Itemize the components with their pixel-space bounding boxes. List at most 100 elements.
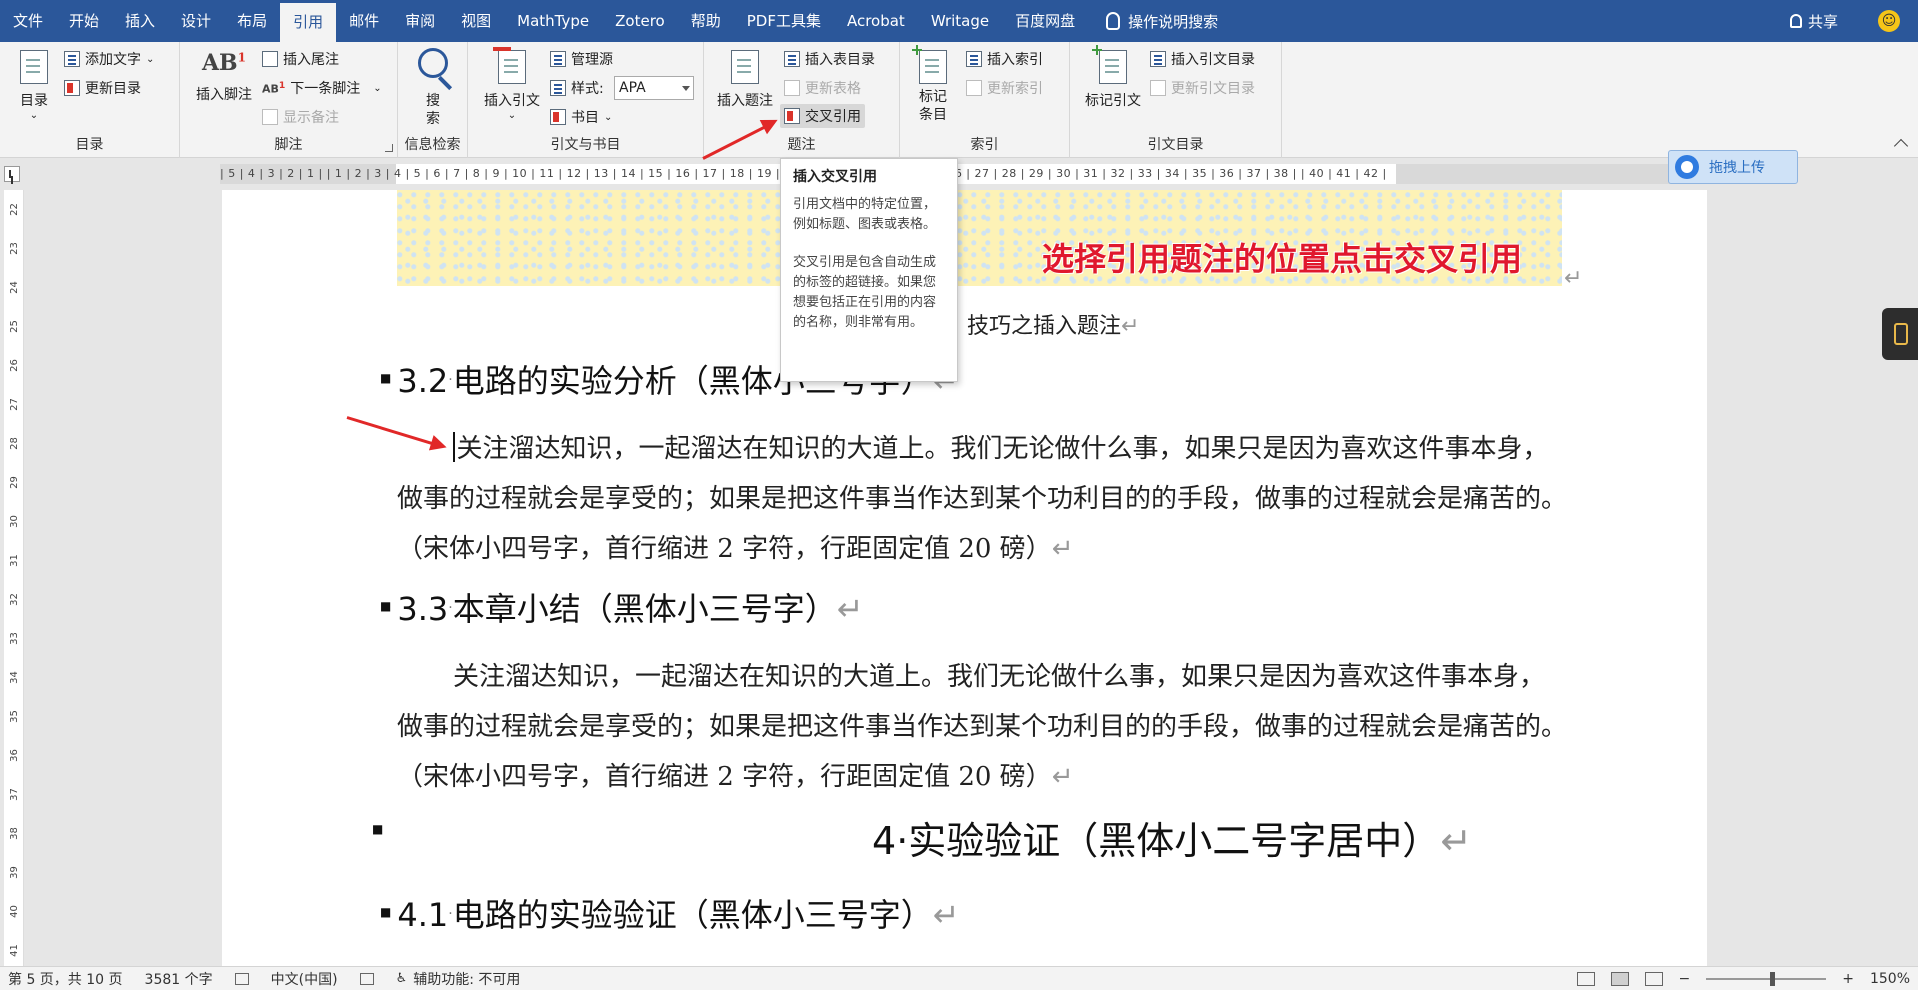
- space-dot: ·: [896, 819, 908, 863]
- insert-endnote-button[interactable]: 插入尾注: [262, 48, 339, 70]
- insert-caption-button[interactable]: 插入题注: [712, 50, 778, 110]
- tab-design[interactable]: 设计: [168, 0, 224, 42]
- read-mode-icon[interactable]: [1577, 972, 1595, 986]
- share-button[interactable]: 共享: [1790, 0, 1838, 42]
- page-count[interactable]: 第 5 页，共 10 页: [8, 969, 123, 989]
- space-dot: ·: [448, 906, 452, 922]
- tab-mathtype[interactable]: MathType: [504, 0, 602, 42]
- insert-toa-button[interactable]: 插入引文目录: [1150, 48, 1255, 70]
- vruler-num: 39: [9, 866, 20, 879]
- web-layout-icon[interactable]: [1645, 972, 1663, 986]
- status-right-controls: − + 150%: [1577, 967, 1911, 990]
- search-icon: [418, 48, 448, 78]
- chevron-down-icon: ⌄: [604, 112, 612, 123]
- text-cursor: [453, 432, 455, 462]
- insert-index-button[interactable]: 插入索引: [966, 48, 1043, 70]
- group-table-of-authorities: 标记引文 插入引文目录 更新引文目录 引文目录: [1070, 42, 1282, 158]
- baidu-upload-widget[interactable]: 拖拽上传: [1668, 150, 1798, 184]
- insert-footnote-button[interactable]: AB1 插入脚注: [192, 50, 256, 104]
- tell-me-label: 操作说明搜索: [1128, 11, 1218, 32]
- update-index-button[interactable]: 更新索引: [966, 77, 1043, 99]
- paragraph-mark: ↵: [933, 896, 960, 934]
- heading-text: 本章小结（黑体小三号字）: [453, 590, 837, 628]
- bibliography-button[interactable]: 书目 ⌄: [550, 106, 612, 128]
- insert-index-label: 插入索引: [987, 49, 1043, 69]
- vruler-num: 28: [9, 437, 20, 450]
- paragraph-mark: ↵: [1121, 314, 1139, 339]
- tab-help[interactable]: 帮助: [678, 0, 734, 42]
- proofing-status[interactable]: [235, 973, 249, 985]
- heading-4[interactable]: ■ 4·实验验证（黑体小二号字居中）↵: [372, 810, 1572, 854]
- tab-file[interactable]: 文件: [0, 0, 56, 42]
- dialog-launcher-icon[interactable]: [385, 144, 393, 152]
- next-footnote-button[interactable]: AB1 下一条脚注 ⌄: [262, 77, 382, 99]
- body-paragraph[interactable]: 关注溜达知识，一起溜达在知识的大道上。我们无论做什么事，如果只是因为喜欢这件事本…: [397, 652, 1567, 802]
- insert-table-of-figures-button[interactable]: 插入表目录: [784, 48, 875, 70]
- citation-style-select[interactable]: APA: [614, 76, 694, 100]
- vruler-num: 37: [9, 788, 20, 801]
- tab-insert[interactable]: 插入: [112, 0, 168, 42]
- collapse-ribbon-icon[interactable]: [1894, 139, 1908, 153]
- tab-acrobat[interactable]: Acrobat: [834, 0, 918, 42]
- add-text-button[interactable]: 添加文字 ⌄: [64, 48, 154, 70]
- vruler-num: 30: [9, 515, 20, 528]
- paragraph-mark: ↵: [1440, 819, 1472, 863]
- next-footnote-label: 下一条脚注: [290, 78, 360, 98]
- insert-table-of-figures-label: 插入表目录: [805, 49, 875, 69]
- accessibility-checker[interactable]: ♿ 辅助功能: 不可用: [396, 969, 521, 989]
- tab-pdf-tools[interactable]: PDF工具集: [734, 0, 834, 42]
- vruler-num: 26: [9, 359, 20, 372]
- tab-review[interactable]: 审阅: [392, 0, 448, 42]
- tab-mailings[interactable]: 邮件: [336, 0, 392, 42]
- tooltip-description-1: 引用文档中的特定位置，例如标题、图表或表格。: [793, 195, 945, 235]
- show-notes-button[interactable]: 显示备注: [262, 106, 339, 128]
- zoom-level[interactable]: 150%: [1870, 971, 1910, 987]
- insert-citation-button[interactable]: 插入引文 ⌄: [480, 50, 544, 121]
- person-icon: [1790, 14, 1802, 28]
- cross-reference-button[interactable]: 交叉引用: [780, 104, 865, 128]
- feedback-smiley-icon[interactable]: ☺: [1878, 10, 1900, 32]
- manage-sources-label: 管理源: [571, 49, 613, 69]
- document-page[interactable]: 选择引用题注的位置点击交叉引用 ↵ 技巧之插入题注↵ ■3.2·电路的实验分析（…: [222, 190, 1707, 970]
- tab-stop-selector[interactable]: [4, 166, 20, 182]
- search-button[interactable]: 搜 索: [408, 44, 458, 128]
- heading-3-3[interactable]: ■3.3·本章小结（黑体小三号字）↵: [380, 584, 864, 630]
- figure-caption[interactable]: 技巧之插入题注↵: [967, 308, 1139, 340]
- tab-home[interactable]: 开始: [56, 0, 112, 42]
- tell-me-search[interactable]: 操作说明搜索: [1106, 11, 1218, 32]
- tab-zotero[interactable]: Zotero: [602, 0, 678, 42]
- side-toolbox-icon[interactable]: [1882, 308, 1918, 360]
- tab-layout[interactable]: 布局: [224, 0, 280, 42]
- language-indicator[interactable]: 中文(中国): [271, 969, 338, 989]
- tab-references[interactable]: 引用: [280, 0, 336, 42]
- add-text-label: 添加文字: [85, 49, 141, 69]
- heading-4-1[interactable]: ■4.1·电路的实验验证（黑体小三号字）↵: [380, 890, 960, 936]
- update-toa-button[interactable]: 更新引文目录: [1150, 77, 1255, 99]
- update-toc-button[interactable]: 更新目录: [64, 77, 141, 99]
- vruler-num: 33: [9, 632, 20, 645]
- print-layout-icon[interactable]: [1611, 972, 1629, 986]
- manage-sources-icon: [550, 51, 566, 67]
- zoom-out-button[interactable]: −: [1679, 971, 1691, 987]
- manage-sources-button[interactable]: 管理源: [550, 48, 613, 70]
- tab-view[interactable]: 视图: [448, 0, 504, 42]
- macro-recording[interactable]: [360, 973, 374, 985]
- style-label-group: 样式:: [550, 77, 604, 99]
- space-dot: ·: [448, 372, 452, 388]
- toc-button[interactable]: 目录 ⌄: [14, 50, 54, 121]
- mark-entry-icon: [919, 50, 947, 84]
- zoom-in-button[interactable]: +: [1842, 971, 1854, 987]
- cross-reference-tooltip: 插入交叉引用 引用文档中的特定位置，例如标题、图表或表格。 交叉引用是包含自动生…: [780, 158, 958, 382]
- table-of-figures-icon: [784, 51, 800, 67]
- word-count[interactable]: 3581 个字: [145, 969, 213, 989]
- mark-citation-button[interactable]: 标记引文: [1080, 50, 1146, 110]
- tab-writage[interactable]: Writage: [918, 0, 1002, 42]
- vertical-ruler[interactable]: 22 23 24 25 26 27 28 29 30 31 32 33 34 3…: [4, 190, 24, 970]
- zoom-slider[interactable]: [1706, 978, 1826, 980]
- lightbulb-icon: [1106, 12, 1120, 30]
- update-table-button[interactable]: 更新表格: [784, 77, 861, 99]
- zoom-slider-thumb[interactable]: [1770, 972, 1775, 986]
- mark-entry-button[interactable]: 标记 条目: [908, 50, 958, 124]
- tab-baidu-netdisk[interactable]: 百度网盘: [1002, 0, 1088, 42]
- body-paragraph[interactable]: 关注溜达知识，一起溜达在知识的大道上。我们无论做什么事，如果只是因为喜欢这件事本…: [397, 424, 1567, 574]
